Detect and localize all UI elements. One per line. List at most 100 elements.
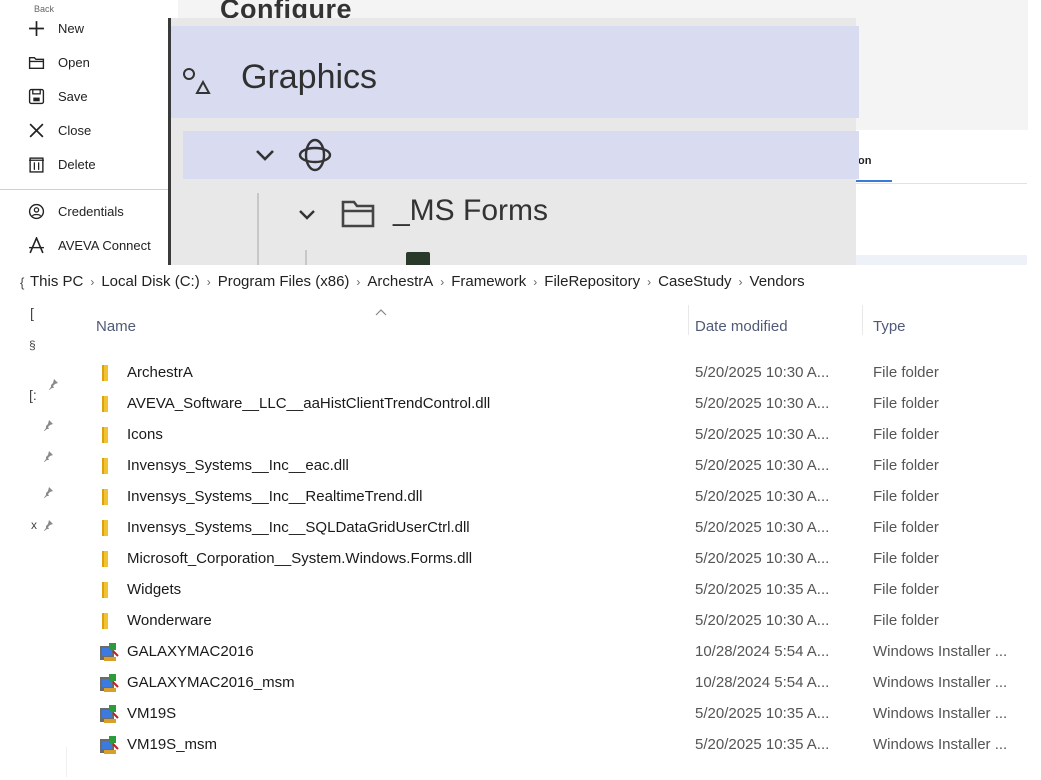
breadcrumb-item[interactable]: CaseStudy (658, 273, 731, 290)
file-type: File folder (873, 426, 939, 443)
file-row[interactable]: Invensys_Systems__Inc__RealtimeTrend.dll… (0, 481, 1041, 512)
file-explorer: { [ § [: x This PC › Local Disk (C:) › P… (0, 265, 1041, 780)
menu-item-delete[interactable]: Delete (26, 152, 96, 176)
file-date-modified: 10/28/2024 5:54 A... (695, 643, 830, 660)
menu-item-label: Save (58, 88, 88, 104)
file-row[interactable]: AVEVA_Software__LLC__aaHistClientTrendCo… (0, 388, 1041, 419)
menu-divider (0, 189, 168, 190)
graphics-panel: Graphics _MS Forms (168, 18, 859, 265)
graphics-header[interactable]: Graphics (171, 26, 859, 118)
graphics-title: Graphics (241, 58, 378, 96)
file-name: Invensys_Systems__Inc__RealtimeTrend.dll (127, 488, 423, 505)
breadcrumb-item[interactable]: Local Disk (C:) (101, 273, 199, 290)
file-row[interactable]: ArchestrA 5/20/2025 10:30 A... File folder (0, 357, 1041, 388)
menu-item-save[interactable]: Save (26, 84, 88, 108)
breadcrumb-item[interactable]: ArchestrA (367, 273, 433, 290)
breadcrumb-item[interactable]: FileRepository (544, 273, 640, 290)
menu-item-label: AVEVA Connect (58, 237, 151, 253)
file-date-modified: 5/20/2025 10:30 A... (695, 457, 830, 474)
file-row[interactable]: Invensys_Systems__Inc__eac.dll 5/20/2025 … (0, 450, 1041, 481)
file-row[interactable]: Wonderware 5/20/2025 10:30 A... File folde… (0, 605, 1041, 636)
sort-ascending-icon (375, 309, 387, 316)
chevron-right-icon[interactable]: › (207, 275, 211, 289)
column-header-name[interactable]: Name (96, 318, 136, 335)
file-name: GALAXYMAC2016_msm (127, 674, 295, 691)
configure-right-strip (855, 130, 1030, 265)
file-name: GALAXYMAC2016 (127, 643, 254, 660)
file-row[interactable]: Widgets 5/20/2025 10:35 A... File folder (0, 574, 1041, 605)
installer-icon (98, 704, 120, 724)
breadcrumb-item[interactable]: Program Files (x86) (218, 273, 350, 290)
chevron-down-icon[interactable] (295, 202, 319, 226)
menu-item-aveva-connect[interactable]: AVEVA Connect (26, 233, 151, 257)
file-row[interactable]: Invensys_Systems__Inc__SQLDataGridUserCt… (0, 512, 1041, 543)
column-header-date[interactable]: Date modified (695, 318, 788, 335)
active-tab-indicator (850, 180, 892, 182)
file-date-modified: 5/20/2025 10:30 A... (695, 488, 830, 505)
file-name: VM19S (127, 705, 177, 722)
file-name: Widgets (127, 581, 182, 598)
folder-icon (98, 456, 120, 476)
installer-icon (98, 673, 120, 693)
file-date-modified: 5/20/2025 10:35 A... (695, 581, 830, 598)
installer-icon (98, 642, 120, 662)
menu-item-label: Delete (58, 156, 96, 172)
menu-item-credentials[interactable]: Credentials (26, 199, 124, 223)
file-date-modified: 5/20/2025 10:30 A... (695, 612, 830, 629)
aveva-icon (26, 235, 46, 255)
edge-fragment: { (20, 275, 25, 290)
breadcrumb-item[interactable]: This PC (30, 273, 83, 290)
folder-icon (98, 549, 120, 569)
plus-icon (26, 18, 46, 38)
close-icon (26, 120, 46, 140)
menu-item-close[interactable]: Close (26, 118, 91, 142)
column-divider[interactable] (688, 305, 689, 335)
configure-strip-bottom (855, 255, 1027, 265)
file-type: File folder (873, 612, 939, 629)
graphics-tree-root-row[interactable] (183, 131, 859, 179)
folder-icon (98, 487, 120, 507)
menu-item-new[interactable]: New (26, 16, 84, 40)
file-row[interactable]: GALAXYMAC2016 10/28/2024 5:54 A... Windows… (0, 636, 1041, 667)
folder-open-icon (26, 52, 46, 72)
file-list: ArchestrA 5/20/2025 10:30 A... File folder… (0, 357, 1041, 760)
menu-item-open[interactable]: Open (26, 50, 90, 74)
edge-fragment: § (29, 338, 36, 352)
file-row[interactable]: Icons 5/20/2025 10:30 A... File folder (0, 419, 1041, 450)
ms-forms-folder-label[interactable]: _MS Forms (393, 194, 548, 228)
folder-icon (98, 518, 120, 538)
file-row[interactable]: Microsoft_Corporation__System.Windows.Fo… (0, 543, 1041, 574)
file-name: Invensys_Systems__Inc__eac.dll (127, 457, 349, 474)
file-row[interactable]: GALAXYMAC2016_msm 10/28/2024 5:54 A... Win… (0, 667, 1041, 698)
chevron-right-icon[interactable]: › (440, 275, 444, 289)
tab-divider (855, 183, 1027, 184)
file-type: Windows Installer ... (873, 674, 1008, 691)
column-header-type[interactable]: Type (873, 318, 906, 335)
object-icon (298, 138, 332, 172)
file-type: File folder (873, 519, 939, 536)
menu-item-label: Close (58, 122, 92, 138)
file-name: AVEVA_Software__LLC__aaHistClientTrendCo… (127, 395, 491, 412)
file-row[interactable]: VM19S 5/20/2025 10:35 A... Windows Install… (0, 698, 1041, 729)
chevron-right-icon[interactable]: › (739, 275, 743, 289)
chevron-down-icon[interactable] (251, 141, 279, 169)
file-type: File folder (873, 488, 939, 505)
chevron-right-icon[interactable]: › (90, 275, 94, 289)
tree-connector (305, 250, 307, 265)
configure-tab-partial[interactable]: on (858, 155, 871, 167)
user-circle-icon (26, 201, 46, 221)
back-label[interactable]: Back (34, 4, 54, 14)
chevron-right-icon[interactable]: › (356, 275, 360, 289)
file-name: VM19S_msm (127, 736, 218, 753)
chevron-right-icon[interactable]: › (647, 275, 651, 289)
file-date-modified: 5/20/2025 10:30 A... (695, 519, 830, 536)
chevron-right-icon[interactable]: › (533, 275, 537, 289)
tree-connector (257, 193, 259, 265)
item-icon-partial (406, 252, 430, 265)
file-type: Windows Installer ... (873, 705, 1008, 722)
column-divider[interactable] (862, 305, 863, 335)
file-type: File folder (873, 457, 939, 474)
file-row[interactable]: VM19S_msm 5/20/2025 10:35 A... Windows Ins… (0, 729, 1041, 760)
breadcrumb-item[interactable]: Framework (451, 273, 526, 290)
breadcrumb-item[interactable]: Vendors (750, 273, 805, 290)
